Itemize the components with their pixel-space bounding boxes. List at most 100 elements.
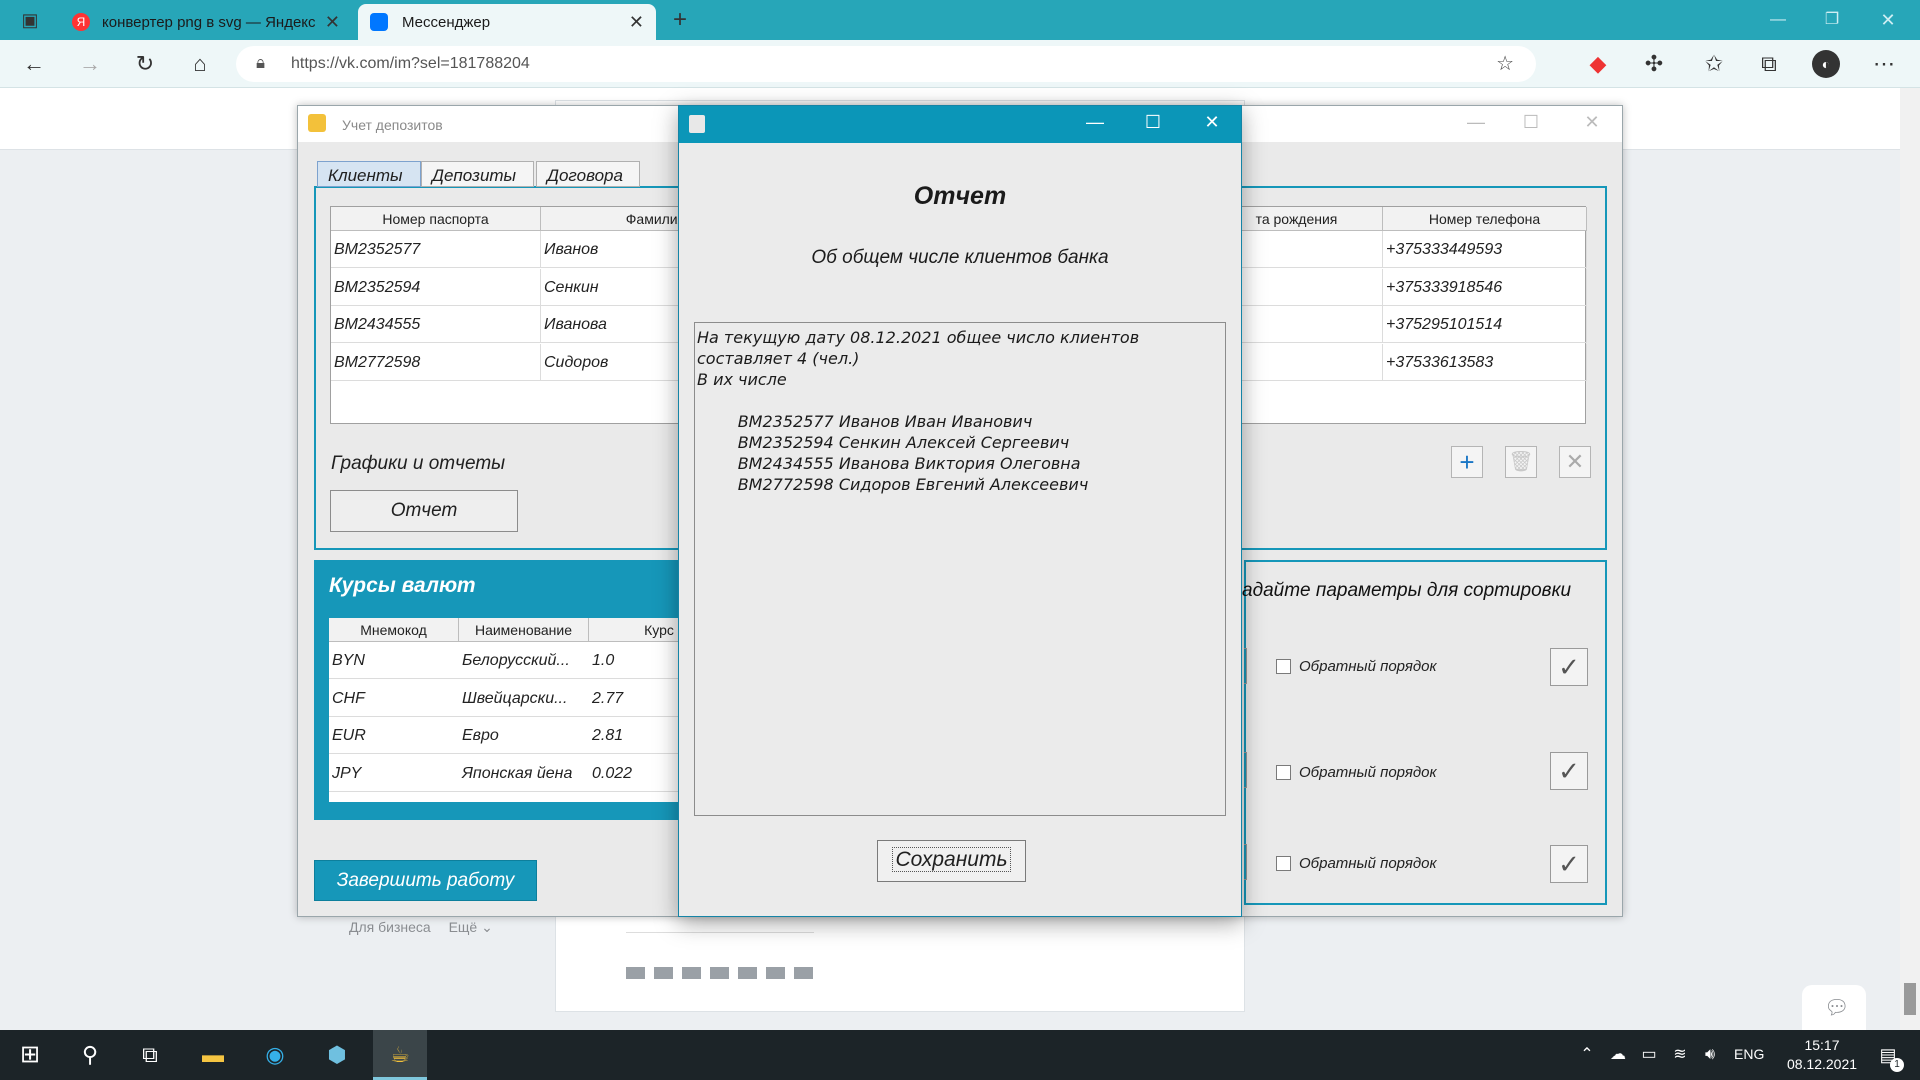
save-button[interactable]: Сохранить — [877, 840, 1026, 882]
back-icon[interactable]: ← — [20, 50, 48, 78]
report-line: составляет 4 (чел.) — [697, 349, 860, 368]
chevron-up-icon[interactable]: ⌃ — [1572, 1040, 1602, 1070]
maximize-icon[interactable]: ☐ — [1511, 112, 1551, 136]
sort-title: адайте параметры для сортировки — [1242, 580, 1572, 601]
table-cell[interactable]: +37533613583 — [1383, 344, 1587, 381]
app-cube-icon[interactable]: ⬢ — [322, 1040, 352, 1070]
browser-tab-yandex[interactable]: Я конвертер png в svg — Яндекс ✕ — [62, 4, 352, 40]
maximize-icon[interactable]: ☐ — [1133, 112, 1173, 136]
checkbox-box[interactable] — [1276, 765, 1291, 780]
vk-messenger-icon — [370, 13, 388, 31]
file-explorer-icon[interactable]: ▬ — [198, 1040, 228, 1070]
checkbox-box[interactable] — [1276, 659, 1291, 674]
reload-icon[interactable]: ↻ — [131, 50, 159, 78]
footer-link-more[interactable]: Ещё — [449, 919, 478, 935]
task-view-icon[interactable]: ⧉ — [135, 1040, 165, 1070]
add-icon[interactable]: + — [1451, 446, 1483, 478]
table-cell[interactable]: Японская йена — [459, 755, 589, 792]
reverse-order-checkbox[interactable]: Обратный порядок — [1276, 855, 1437, 872]
close-window-icon[interactable]: ✕ — [1874, 6, 1902, 34]
page-scrollbar[interactable] — [1900, 88, 1920, 1030]
report-textarea[interactable]: На текущую дату 08.12.2021 общее число к… — [694, 322, 1226, 816]
tab-deposits[interactable]: Депозиты — [421, 161, 534, 187]
browser-tabstrip: ▣ Я конвертер png в svg — Яндекс ✕ Мессе… — [0, 0, 1920, 40]
table-cell[interactable]: BM2434555 — [331, 306, 541, 343]
search-icon[interactable]: ⚲ — [75, 1040, 105, 1070]
table-cell[interactable]: +375333918546 — [1383, 269, 1587, 306]
extensions-puzzle-icon[interactable]: ✣ — [1640, 50, 1668, 78]
profile-avatar[interactable]: ◐ — [1812, 50, 1840, 78]
checkbox-label: Обратный порядок — [1299, 658, 1437, 675]
windows-start-icon[interactable]: ⊞ — [15, 1040, 45, 1070]
edge-browser-icon[interactable]: ◉ — [260, 1040, 290, 1070]
clock[interactable]: 15:17 08.12.2021 — [1785, 1036, 1859, 1074]
sort-combo-edge[interactable] — [1244, 648, 1247, 684]
column-header[interactable]: Наименование — [459, 618, 589, 642]
close-tab-icon[interactable]: ✕ — [629, 12, 644, 33]
collections-icon[interactable]: ⧉ — [1755, 50, 1783, 78]
save-button-label: Сохранить — [892, 847, 1011, 872]
report-dialog: — ☐ ✕ Отчет Об общем числе клиентов банк… — [678, 105, 1242, 917]
sort-combo-edge[interactable] — [1244, 844, 1247, 880]
reverse-order-checkbox[interactable]: Обратный порядок — [1276, 658, 1437, 675]
apply-sort-button[interactable]: ✓ — [1550, 845, 1588, 883]
address-bar[interactable]: 🔒︎ https://vk.com/im?sel=181788204 ☆ — [236, 46, 1536, 82]
minimize-icon[interactable]: — — [1075, 112, 1115, 136]
close-icon[interactable]: ✕ — [1192, 112, 1232, 136]
language-indicator[interactable]: ENG — [1734, 1046, 1764, 1062]
table-cell[interactable]: Швейцарски... — [459, 680, 589, 717]
tab-contracts[interactable]: Договора — [536, 161, 640, 187]
checkbox-box[interactable] — [1276, 856, 1291, 871]
home-icon[interactable]: ⌂ — [186, 50, 214, 78]
table-cell[interactable]: EUR — [329, 717, 459, 754]
more-menu-icon[interactable]: ⋯ — [1870, 50, 1898, 78]
column-header[interactable]: Мнемокод — [329, 618, 459, 642]
attachment-strip — [626, 967, 813, 979]
table-cell[interactable]: Евро — [459, 717, 589, 754]
reverse-order-checkbox[interactable]: Обратный порядок — [1276, 764, 1437, 781]
scrollbar-thumb[interactable] — [1904, 983, 1916, 1015]
close-tab-icon[interactable]: ✕ — [325, 12, 340, 33]
column-header[interactable]: Номер паспорта — [331, 207, 541, 231]
column-header[interactable]: Номер телефона — [1383, 207, 1587, 231]
table-cell[interactable]: BM2352594 — [331, 269, 541, 306]
battery-icon[interactable]: ▭ — [1634, 1040, 1664, 1070]
minimize-icon[interactable]: — — [1764, 6, 1792, 34]
finish-button[interactable]: Завершить работу — [314, 860, 537, 901]
chat-bubble-icon: 💬︎ — [1824, 997, 1850, 1019]
tab-title: конвертер png в svg — Яндекс — [102, 13, 316, 31]
table-cell[interactable]: +375295101514 — [1383, 306, 1587, 343]
footer-link-business[interactable]: Для бизнеса — [349, 919, 431, 935]
table-cell[interactable]: BM2352577 — [331, 231, 541, 268]
table-cell[interactable]: BYN — [329, 642, 459, 679]
taskbar-active-app[interactable]: ☕︎ — [373, 1030, 427, 1080]
onedrive-cloud-icon[interactable]: ☁ — [1603, 1040, 1633, 1070]
favorites-icon[interactable]: ✩ — [1700, 50, 1728, 78]
table-cell[interactable]: JPY — [329, 755, 459, 792]
restore-icon[interactable]: ❐ — [1818, 6, 1846, 34]
new-tab-icon[interactable]: + — [666, 6, 694, 34]
wifi-icon[interactable]: ≋ — [1665, 1040, 1695, 1070]
report-button[interactable]: Отчет — [330, 490, 518, 532]
volume-icon[interactable]: 🔊︎ — [1695, 1040, 1725, 1070]
table-cell[interactable]: BM2772598 — [331, 344, 541, 381]
extension-icon[interactable]: ◆ — [1584, 50, 1612, 78]
apply-sort-button[interactable]: ✓ — [1550, 752, 1588, 790]
browser-tab-messenger[interactable]: Мессенджер ✕ — [358, 4, 656, 40]
table-cell[interactable]: CHF — [329, 680, 459, 717]
table-cell[interactable]: Белорусский... — [459, 642, 589, 679]
delete-icon[interactable]: 🗑︎ — [1505, 446, 1537, 478]
minimize-icon[interactable]: — — [1456, 112, 1496, 136]
add-favorite-icon[interactable]: ☆ — [1496, 51, 1514, 76]
forward-icon[interactable]: → — [76, 50, 104, 78]
browser-toolbar: ← → ↻ ⌂ 🔒︎ https://vk.com/im?sel=1817882… — [0, 40, 1920, 88]
chat-widget[interactable]: 💬︎ — [1802, 985, 1866, 1030]
tab-actions-icon[interactable]: ▣ — [16, 6, 44, 34]
currency-table[interactable]: Мнемокод Наименование Курс BYN Белорусск… — [328, 617, 729, 803]
table-cell[interactable]: +375333449593 — [1383, 231, 1587, 268]
tab-clients[interactable]: Клиенты — [317, 161, 421, 187]
sort-combo-edge[interactable] — [1244, 752, 1247, 788]
close-icon[interactable]: ✕ — [1559, 446, 1591, 478]
close-icon[interactable]: ✕ — [1572, 112, 1612, 136]
apply-sort-button[interactable]: ✓ — [1550, 648, 1588, 686]
